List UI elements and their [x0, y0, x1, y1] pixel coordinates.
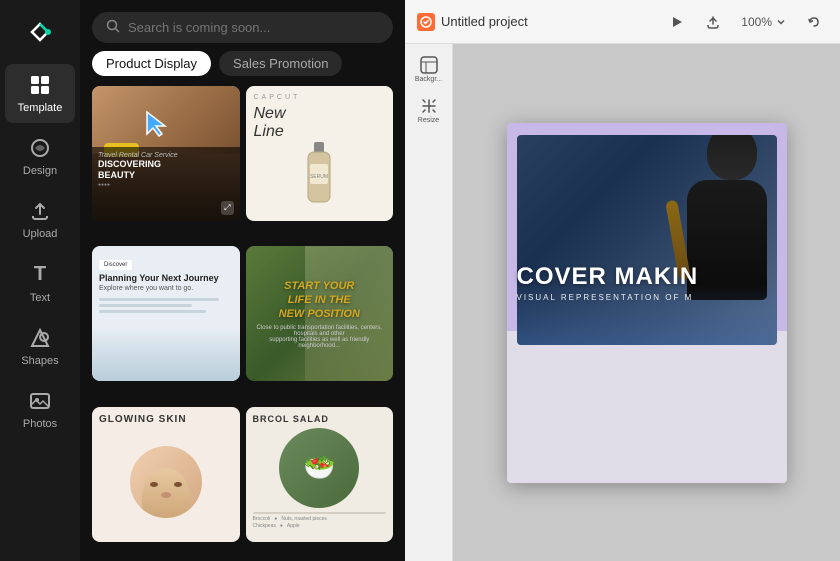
resize-tool-label: Resize	[418, 117, 439, 124]
search-icon	[106, 19, 120, 36]
card6-title: BRCOL SALAD	[253, 414, 387, 424]
filter-product-display[interactable]: Product Display	[92, 51, 211, 76]
zoom-control[interactable]: 100%	[735, 15, 792, 29]
photos-icon	[27, 388, 53, 414]
app-logo[interactable]	[20, 12, 60, 52]
card5-title: GLOWING SKIN	[99, 414, 187, 425]
sidebar-item-upload[interactable]: Upload	[5, 190, 75, 249]
card1-service-label: Travel Rental Car Service	[98, 152, 234, 159]
topbar-left: Untitled project	[417, 13, 655, 31]
card2-bottle: SERUM	[294, 142, 344, 212]
card3-lines	[99, 298, 233, 313]
canvas-sub-text: VISUAL REPRESENTATION OF M	[517, 293, 777, 302]
canvas-tools-sidebar: Backgr... Resize	[405, 44, 453, 561]
sidebar-item-template[interactable]: Template	[5, 64, 75, 123]
template-icon	[27, 72, 53, 98]
template-card-glowing-skin[interactable]: GLOWING SKIN	[92, 407, 240, 542]
card3-subtitle: Explore where you want to go.	[99, 285, 233, 292]
project-title: Untitled project	[441, 14, 528, 29]
svg-text:SERUM: SERUM	[310, 174, 328, 180]
canvas-content[interactable]: COVER MAKIN VISUAL REPRESENTATION OF M	[507, 123, 787, 483]
canvas-area: COVER MAKIN VISUAL REPRESENTATION OF M	[453, 44, 840, 561]
sidebar-item-photos-label: Photos	[23, 418, 57, 431]
card4-sub: Close to public transportation facilitie…	[254, 325, 386, 349]
card5-face	[130, 446, 202, 518]
card4-title: START YOURLIFE IN THENEW POSITION	[279, 279, 360, 322]
sidebar-item-shapes-label: Shapes	[21, 355, 58, 368]
chevron-down-icon	[776, 17, 786, 27]
topbar-right: 100%	[663, 8, 828, 36]
template-card-salad[interactable]: BRCOL SALAD 🥗 Broccoli●Nuts, roasted pie…	[246, 407, 394, 542]
search-input[interactable]	[128, 20, 379, 35]
card3-badge: Discover	[99, 260, 132, 270]
card6-ingredients: Broccoli●Nuts, roasted pieces Chickpeas●…	[253, 512, 387, 530]
canvas-topbar: Untitled project 100%	[405, 0, 840, 44]
text-icon: T	[27, 262, 53, 288]
filter-row: Product Display Sales Promotion	[80, 51, 405, 86]
upload-icon	[27, 198, 53, 224]
template-card-new-position[interactable]: START YOURLIFE IN THENEW POSITION Close …	[246, 246, 394, 381]
filter-sales-promotion[interactable]: Sales Promotion	[219, 51, 342, 76]
template-card-discovering-beauty[interactable]: Travel Rental Car Service DiScoveRINgBEA…	[92, 86, 240, 221]
play-button[interactable]	[663, 8, 691, 36]
templates-grid: Travel Rental Car Service DiScoveRINgBEA…	[80, 86, 405, 561]
background-tool-label: Backgr...	[415, 76, 442, 83]
sidebar-item-template-label: Template	[18, 102, 63, 115]
sidebar-item-upload-label: Upload	[23, 228, 58, 241]
sidebar-item-text[interactable]: T Text	[5, 254, 75, 313]
sidebar-item-design-label: Design	[23, 165, 57, 178]
search-bar[interactable]	[92, 12, 393, 43]
zoom-level: 100%	[741, 15, 772, 29]
template-card-journey[interactable]: Discover Planning Your Next Journey Expl…	[92, 246, 240, 381]
project-icon	[417, 13, 435, 31]
sidebar-item-design[interactable]: Design	[5, 127, 75, 186]
card1-expand-icon: ⤢	[221, 201, 233, 215]
middle-panel: Product Display Sales Promotion Travel R…	[80, 0, 405, 561]
template-card-new-line[interactable]: CAPCUT NewLine SERUM	[246, 86, 394, 221]
card2-brand: CAPCUT	[254, 94, 386, 101]
card1-main-title: DiScoveRINgBEAUTY	[98, 159, 234, 181]
canvas-panel: Untitled project 100%	[405, 0, 840, 561]
card2-title: NewLine	[254, 105, 386, 141]
sidebar-item-text-label: Text	[30, 292, 50, 305]
shapes-icon	[27, 325, 53, 351]
design-icon	[27, 135, 53, 161]
background-tool[interactable]: Backgr...	[409, 52, 449, 87]
sidebar: Template Design Upload T Text	[0, 0, 80, 561]
sidebar-item-shapes[interactable]: Shapes	[5, 317, 75, 376]
card1-sub: ●●●●	[98, 182, 234, 188]
export-button[interactable]	[699, 8, 727, 36]
resize-tool[interactable]: Resize	[409, 93, 449, 128]
canvas-overlay-text: COVER MAKIN VISUAL REPRESENTATION OF M	[517, 263, 777, 302]
card6-food-image: 🥗	[279, 428, 359, 508]
sidebar-item-photos[interactable]: Photos	[5, 380, 75, 439]
undo-button[interactable]	[800, 8, 828, 36]
card3-title: Planning Your Next Journey	[99, 273, 233, 283]
canvas-photo	[517, 135, 777, 345]
canvas-main-text: COVER MAKIN	[517, 263, 777, 291]
